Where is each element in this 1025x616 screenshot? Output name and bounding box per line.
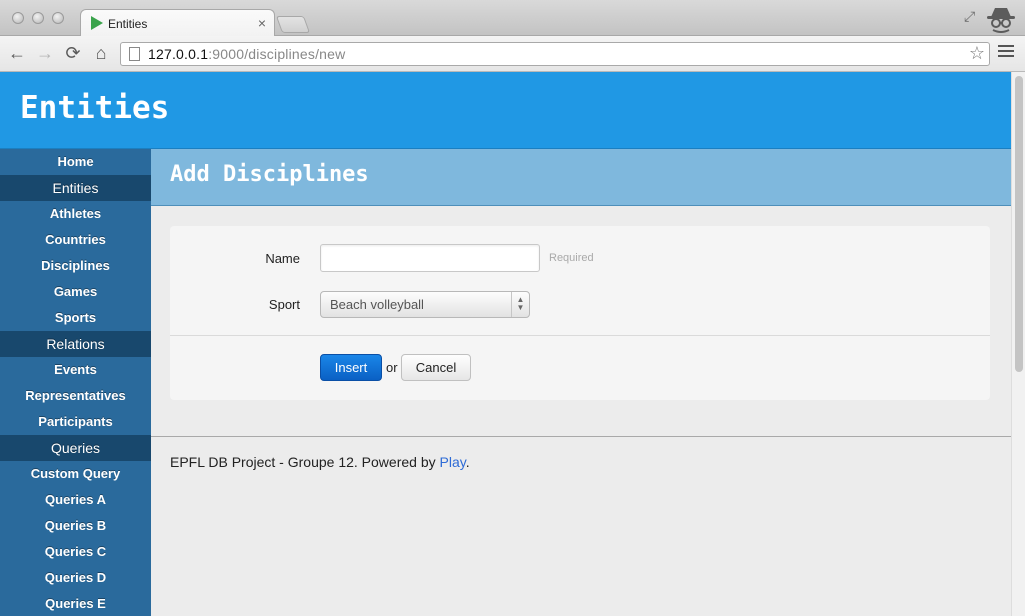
home-icon[interactable]: ⌂ — [89, 41, 113, 65]
sidebar-item-queries-a[interactable]: Queries A — [0, 487, 151, 513]
discipline-form: Name Required Sport Beach volleyball ▲ ▼ … — [170, 226, 990, 400]
insert-button[interactable]: Insert — [320, 354, 382, 381]
name-input[interactable] — [320, 244, 540, 272]
new-tab-button[interactable] — [275, 16, 311, 33]
sidebar-item-games[interactable]: Games — [0, 279, 151, 305]
name-label: Name — [265, 251, 300, 266]
address-bar[interactable]: 127.0.0.1:9000/disciplines/new ☆ — [120, 42, 990, 66]
sidebar-item-custom-query[interactable]: Custom Query — [0, 461, 151, 487]
cancel-button[interactable]: Cancel — [401, 354, 471, 381]
sidebar-item-home[interactable]: Home — [0, 149, 151, 175]
name-required-hint: Required — [549, 252, 594, 264]
sidebar-item-athletes[interactable]: Athletes — [0, 201, 151, 227]
sidebar-item-queries-c[interactable]: Queries C — [0, 539, 151, 565]
url-host: 127.0.0.1 — [148, 46, 209, 62]
scrollbar-thumb[interactable] — [1015, 76, 1023, 372]
url-text: 127.0.0.1:9000/disciplines/new — [148, 46, 345, 62]
footer-text: EPFL DB Project - Groupe 12. Powered by — [170, 454, 440, 470]
or-text: or — [386, 360, 398, 375]
sidebar-item-queries-e[interactable]: Queries E — [0, 591, 151, 616]
sidebar: Home Entities Athletes Countries Discipl… — [0, 149, 151, 616]
sidebar-section-entities: Entities — [0, 175, 151, 201]
tab-close-icon[interactable]: × — [258, 15, 266, 31]
url-path: :9000/disciplines/new — [208, 46, 346, 62]
reload-icon[interactable]: ⟳ — [61, 41, 85, 65]
sidebar-section-relations: Relations — [0, 331, 151, 357]
sidebar-item-sports[interactable]: Sports — [0, 305, 151, 331]
sidebar-section-queries: Queries — [0, 435, 151, 461]
sport-label: Sport — [268, 297, 300, 312]
fullscreen-icon[interactable]: ⤢ — [964, 8, 975, 25]
sidebar-item-representatives[interactable]: Representatives — [0, 383, 151, 409]
sport-select[interactable]: Beach volleyball ▲ ▼ — [320, 291, 530, 318]
forward-arrow-icon[interactable]: → — [33, 41, 57, 65]
sidebar-item-participants[interactable]: Participants — [0, 409, 151, 435]
sidebar-item-queries-d[interactable]: Queries D — [0, 565, 151, 591]
browser-toolbar: ← → ⟳ ⌂ 127.0.0.1:9000/disciplines/new ☆ — [0, 36, 1025, 72]
sport-select-value: Beach volleyball — [330, 297, 424, 312]
sidebar-item-events[interactable]: Events — [0, 357, 151, 383]
window-minimize-dot[interactable] — [32, 12, 44, 24]
sidebar-item-queries-b[interactable]: Queries B — [0, 513, 151, 539]
page-scrollbar[interactable] — [1011, 72, 1025, 616]
browser-tab-bar: Entities × ⤢ — [0, 0, 1025, 37]
site-header: Entities — [0, 72, 1011, 149]
page-icon — [129, 47, 140, 61]
select-arrows-icon: ▲ ▼ — [511, 292, 529, 317]
tab-title: Entities — [108, 17, 148, 31]
site-title: Entities — [20, 90, 170, 126]
incognito-icon — [987, 8, 1015, 33]
menu-icon[interactable] — [998, 45, 1014, 60]
footer-divider — [151, 436, 1011, 437]
window-zoom-dot[interactable] — [52, 12, 64, 24]
page-viewport: Entities Home Entities Athletes Countrie… — [0, 72, 1011, 616]
play-link[interactable]: Play — [440, 454, 466, 470]
page-title: Add Disciplines — [170, 162, 369, 187]
sidebar-item-disciplines[interactable]: Disciplines — [0, 253, 151, 279]
browser-tab-active[interactable]: Entities × — [80, 9, 275, 37]
footer-trail: . — [465, 454, 470, 470]
back-arrow-icon[interactable]: ← — [5, 41, 29, 65]
sidebar-item-countries[interactable]: Countries — [0, 227, 151, 253]
form-divider — [170, 335, 990, 336]
section-header: Add Disciplines — [151, 149, 1011, 206]
footer: EPFL DB Project - Groupe 12. Powered by … — [170, 454, 470, 470]
window-close-dot[interactable] — [12, 12, 24, 24]
favicon-play-icon — [91, 16, 103, 30]
bookmark-star-icon[interactable]: ☆ — [969, 43, 985, 64]
